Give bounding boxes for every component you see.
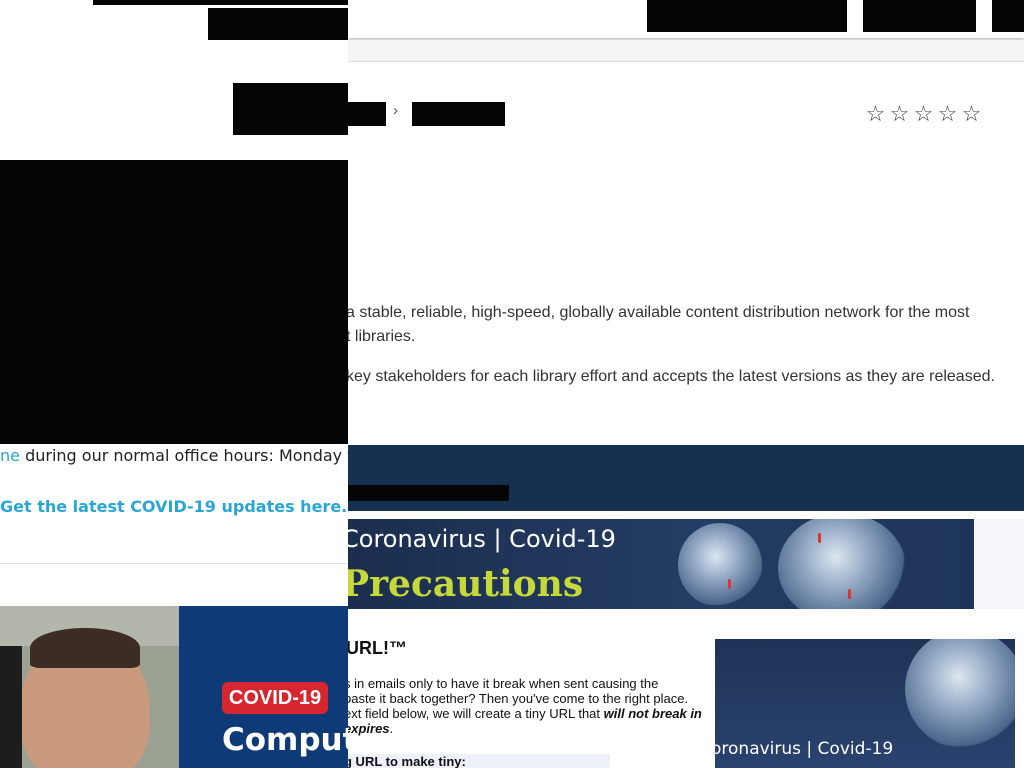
secondary-bar	[348, 40, 1024, 62]
breadcrumb-separator: ›	[393, 102, 398, 119]
tinyurl-text: .	[389, 721, 394, 736]
coronavirus-banner[interactable]: Coronavirus | Covid-19 Precautions	[348, 519, 974, 609]
ad-subtitle: oronavirus | Covid-19	[715, 739, 894, 759]
hair-shape	[30, 628, 140, 668]
tinyurl-description: s in emails only to have it break when s…	[348, 676, 704, 736]
star-icon[interactable]: ☆	[960, 101, 984, 127]
tinyurl-text: s in emails only to have it break when s…	[348, 676, 659, 691]
star-icon[interactable]: ☆	[888, 101, 912, 127]
notice-band	[348, 445, 1024, 511]
divider	[0, 563, 348, 564]
virus-spike	[848, 589, 851, 599]
office-hours-text: ne during our normal office hours: Monda…	[0, 446, 348, 465]
star-icon[interactable]: ☆	[864, 101, 888, 127]
coronavirus-side-ad[interactable]: oronavirus | Covid-19	[715, 639, 1015, 768]
office-hours-link[interactable]: ne	[0, 446, 20, 465]
virus-image	[905, 639, 1015, 749]
covid-badge: COVID-19	[222, 682, 328, 714]
breadcrumb-item-redacted[interactable]	[348, 102, 386, 126]
virus-image	[778, 519, 906, 609]
header-redacted	[93, 0, 348, 5]
card-title: Compute	[222, 722, 348, 758]
overlay-pane: ne during our normal office hours: Monda…	[0, 0, 348, 768]
hero-image-redacted	[0, 160, 348, 444]
description-line: a stable, reliable, high-speed, globally…	[348, 304, 970, 321]
star-rating[interactable]: ☆ ☆ ☆ ☆ ☆	[864, 101, 984, 127]
description-line: t libraries.	[348, 328, 416, 345]
main-content-pane: › ☆ ☆ ☆ ☆ ☆ a stable, reliable, high-speed, …	[348, 0, 1024, 768]
virus-spike	[728, 579, 731, 589]
tinyurl-text: paste it back together? Then you've come…	[348, 691, 689, 706]
button-redacted[interactable]	[208, 8, 348, 40]
band-text-redacted	[348, 485, 509, 501]
person-photo	[0, 606, 180, 768]
star-icon[interactable]: ☆	[912, 101, 936, 127]
logo-redacted	[233, 83, 348, 135]
tinyurl-emphasis: expires	[348, 721, 390, 736]
virus-image	[678, 523, 762, 607]
description-line: key stakeholders for each library effort…	[348, 368, 995, 385]
photo-shadow	[0, 646, 22, 768]
nav-item-redacted[interactable]	[647, 0, 847, 32]
banner-subtitle: Coronavirus | Covid-19	[348, 525, 616, 553]
tinyurl-emphasis: will not break in	[603, 706, 702, 721]
covid-updates-link[interactable]: Get the latest COVID-19 updates here.	[0, 497, 347, 516]
office-hours-label: during our normal office hours: Monday t…	[19, 446, 348, 465]
tinyurl-text: ext field below, we will create a tiny U…	[348, 706, 604, 721]
nav-item-redacted[interactable]	[863, 0, 976, 32]
breadcrumb-item-redacted[interactable]	[412, 102, 505, 126]
section-heading: URL!™	[348, 638, 407, 658]
virus-spike	[818, 533, 821, 543]
covid-computer-card[interactable]: COVID-19 Compute	[179, 606, 348, 768]
banner-title: Precautions	[348, 563, 584, 605]
banner-edge	[974, 519, 1024, 609]
url-field-label: g URL to make tiny:	[348, 754, 610, 768]
star-icon[interactable]: ☆	[936, 101, 960, 127]
nav-item-redacted[interactable]	[992, 0, 1024, 32]
